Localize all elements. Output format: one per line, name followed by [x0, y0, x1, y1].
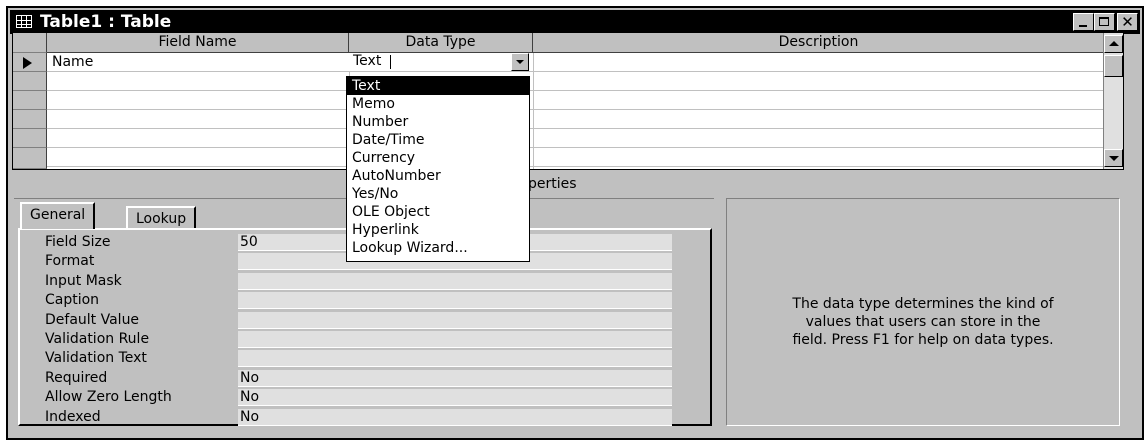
help-line: field. Press F1 for help on data types.	[792, 332, 1054, 348]
property-label: Allow Zero Length	[45, 389, 172, 405]
data-type-value[interactable]: Text	[353, 53, 381, 70]
dropdown-option[interactable]: Currency	[347, 149, 529, 167]
vertical-scrollbar[interactable]	[1103, 33, 1123, 169]
table-icon	[16, 15, 32, 28]
property-value-field[interactable]	[238, 350, 672, 367]
column-divider	[533, 53, 534, 169]
row-selector[interactable]	[13, 148, 47, 169]
field-grid: Field Name Data Type Description Name Te…	[12, 32, 1124, 170]
close-button[interactable]: ✕	[1117, 13, 1138, 31]
row-divider	[47, 109, 1115, 110]
property-label: Caption	[45, 292, 100, 308]
row-divider	[47, 128, 1115, 129]
property-value-field[interactable]	[238, 292, 672, 309]
data-type-combo[interactable]: Text	[349, 53, 529, 71]
help-text: The data type determines the kind of val…	[727, 295, 1119, 349]
tab-general[interactable]: General	[20, 202, 96, 229]
description-header[interactable]: Description	[533, 33, 1105, 53]
current-row-arrow-icon	[23, 57, 32, 69]
dropdown-option[interactable]: OLE Object	[347, 203, 529, 221]
tab-lookup[interactable]: Lookup	[126, 206, 197, 230]
scroll-down-button[interactable]	[1104, 149, 1123, 167]
help-line: The data type determines the kind of	[792, 296, 1054, 312]
row-selector[interactable]	[13, 110, 47, 129]
minimize-button[interactable]	[1073, 13, 1094, 31]
help-panel: The data type determines the kind of val…	[726, 198, 1120, 426]
row-divider	[47, 71, 1115, 72]
row-divider	[47, 147, 1115, 148]
property-label: Format	[45, 253, 95, 269]
row-selector[interactable]	[13, 129, 47, 148]
grid-corner	[13, 33, 47, 53]
window-title: Table1 : Table	[40, 12, 172, 32]
property-label: Field Size	[45, 234, 111, 250]
data-type-dropdown-list[interactable]: Text Memo Number Date/Time Currency AutoNumbe…	[346, 76, 530, 262]
dropdown-option[interactable]: AutoNumber	[347, 167, 529, 185]
field-name-header[interactable]: Field Name	[47, 33, 349, 53]
row-selector[interactable]	[13, 91, 47, 110]
property-label: Default Value	[45, 312, 140, 328]
scroll-up-button[interactable]	[1104, 35, 1123, 53]
dropdown-option[interactable]: Text	[347, 77, 529, 95]
text-caret	[390, 55, 391, 69]
property-value-field[interactable]	[238, 331, 672, 348]
property-value-field[interactable]: No	[238, 409, 672, 426]
close-icon: ✕	[1121, 13, 1134, 31]
property-value-field[interactable]: No	[238, 389, 672, 406]
row-selector[interactable]	[13, 72, 47, 91]
dropdown-option[interactable]: Yes/No	[347, 185, 529, 203]
row-divider	[47, 166, 1115, 167]
dropdown-option[interactable]: Number	[347, 113, 529, 131]
scroll-thumb[interactable]	[1104, 55, 1123, 77]
property-label: Validation Text	[45, 350, 147, 366]
property-value-field[interactable]	[238, 273, 672, 290]
maximize-button[interactable]	[1094, 13, 1115, 31]
property-label: Input Mask	[45, 273, 122, 289]
property-value-field[interactable]	[238, 312, 672, 329]
property-label: Indexed	[45, 409, 101, 425]
help-line: values that users can store in the	[805, 314, 1041, 330]
data-type-header[interactable]: Data Type	[349, 33, 533, 53]
row-divider	[47, 90, 1115, 91]
dropdown-option[interactable]: Date/Time	[347, 131, 529, 149]
title-bar[interactable]: Table1 : Table ✕	[10, 10, 1140, 34]
property-label: Validation Rule	[45, 331, 150, 347]
property-value-field[interactable]: No	[238, 370, 672, 387]
property-label: Required	[45, 370, 108, 386]
field-name-cell[interactable]: Name	[52, 54, 93, 71]
dropdown-option[interactable]: Hyperlink	[347, 221, 529, 239]
dropdown-option[interactable]: Lookup Wizard...	[347, 239, 529, 257]
chevron-down-icon[interactable]	[511, 53, 529, 71]
dropdown-option[interactable]: Memo	[347, 95, 529, 113]
